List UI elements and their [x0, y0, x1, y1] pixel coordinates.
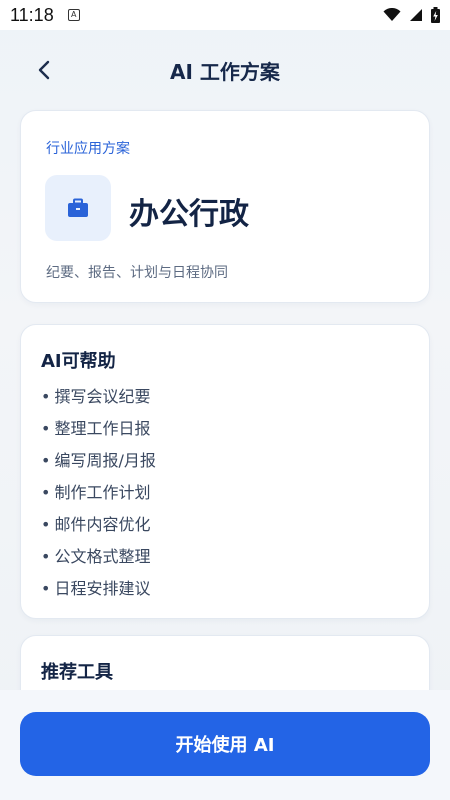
solution-tag: 行业应用方案	[46, 141, 130, 157]
briefcase-icon	[68, 198, 88, 217]
list-item-label: 公文格式整理	[54, 547, 151, 566]
solution-icon-box	[45, 175, 111, 241]
status-time: 11:18	[10, 4, 54, 25]
back-button[interactable]	[28, 56, 60, 84]
list-item-label: 编写周报/月报	[54, 451, 156, 470]
solution-description: 纪要、报告、计划与日程协同	[46, 265, 228, 281]
list-item: • 撰写会议纪要	[41, 385, 156, 417]
list-item: • 编写周报/月报	[41, 449, 156, 481]
bullet: •	[41, 547, 51, 566]
bullet: •	[41, 579, 51, 598]
status-icons	[383, 7, 440, 23]
solution-card: 行业应用方案 办公行政 纪要、报告、计划与日程协同	[20, 110, 430, 303]
bullet: •	[41, 451, 51, 470]
app-header: AI 工作方案	[0, 42, 450, 98]
list-item-label: 制作工作计划	[54, 483, 151, 502]
help-card-title: AI可帮助	[41, 351, 116, 372]
list-item: • 整理工作日报	[41, 417, 156, 449]
list-item: • 公文格式整理	[41, 545, 156, 577]
list-item-label: 日程安排建议	[54, 579, 151, 598]
list-item: • 制作工作计划	[41, 481, 156, 513]
signal-icon	[410, 9, 422, 21]
battery-charging-icon	[431, 7, 440, 23]
help-list: • 撰写会议纪要 • 整理工作日报 • 编写周报/月报 • 制作工作计划 • 邮件内容优化…	[41, 385, 156, 609]
list-item: • 日程安排建议	[41, 577, 156, 609]
list-item: • 邮件内容优化	[41, 513, 156, 545]
chevron-left-icon	[38, 60, 50, 80]
start-using-ai-button[interactable]: 开始使用 AI	[20, 712, 430, 776]
wifi-icon	[383, 8, 401, 21]
bullet: •	[41, 515, 51, 534]
list-item-label: 邮件内容优化	[54, 515, 151, 534]
bottom-action-bar: 开始使用 AI	[0, 690, 450, 800]
bullet: •	[41, 419, 51, 438]
list-item-label: 整理工作日报	[54, 419, 151, 438]
notification-a-icon: A	[67, 9, 80, 21]
solution-title: 办公行政	[129, 197, 249, 232]
status-bar: 11:18 A	[0, 0, 450, 30]
bullet: •	[41, 483, 51, 502]
bullet: •	[41, 387, 51, 406]
list-item-label: 撰写会议纪要	[54, 387, 151, 406]
tools-card-title: 推荐工具	[41, 662, 113, 683]
help-card: AI可帮助 • 撰写会议纪要 • 整理工作日报 • 编写周报/月报 • 制作工作计划 •…	[20, 324, 430, 619]
page-title: AI 工作方案	[170, 59, 280, 84]
